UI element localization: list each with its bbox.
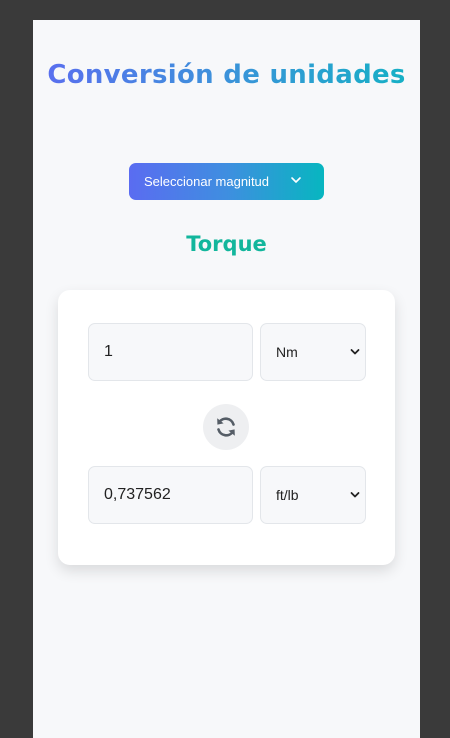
input-value-text: 1 [104,343,113,360]
input-value-field[interactable]: 1 [88,323,253,381]
input-unit-label: Nm [276,344,298,360]
chevron-down-icon [350,492,360,498]
refresh-icon [217,417,235,437]
page-container: Conversión de unidades Seleccionar magni… [33,20,420,738]
magnitude-select-button[interactable]: Seleccionar magnitud [129,163,324,200]
output-unit-select[interactable]: ft/lb [260,466,366,524]
output-unit-label: ft/lb [276,487,299,503]
magnitude-heading: Torque [186,232,267,256]
page-title: Conversión de unidades [33,58,420,92]
input-unit-select[interactable]: Nm [260,323,366,381]
output-value-field[interactable]: 0,737562 [88,466,253,524]
chevron-down-icon [350,349,360,355]
output-value-text: 0,737562 [104,486,171,503]
swap-units-button[interactable] [203,404,249,450]
magnitude-select-label: Seleccionar magnitud [144,174,270,189]
converter-card: 1 Nm 0,737562 ft/lb [58,290,395,565]
chevron-down-icon [291,177,301,183]
